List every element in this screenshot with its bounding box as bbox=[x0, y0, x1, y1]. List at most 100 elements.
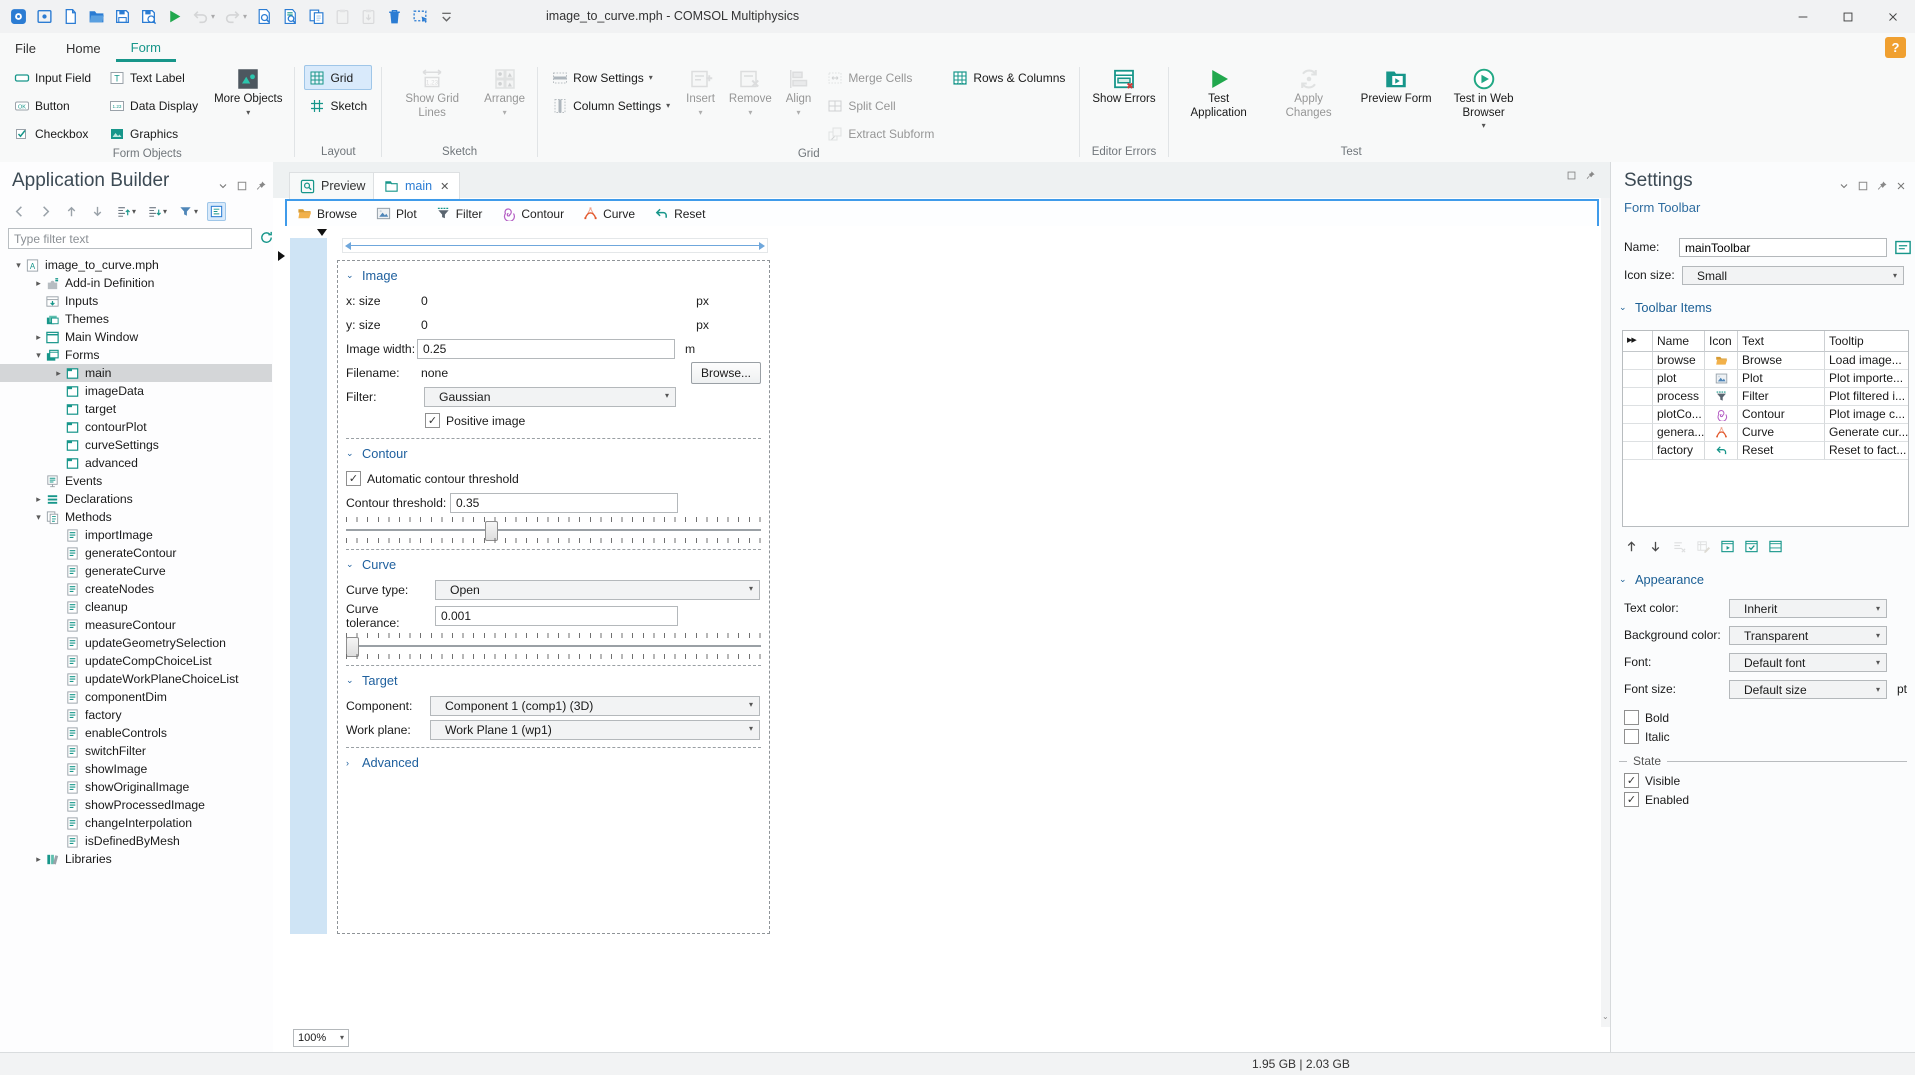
tree-item[interactable]: updateWorkPlaneChoiceList bbox=[0, 670, 272, 688]
tree-item[interactable]: isDefinedByMesh bbox=[0, 832, 272, 850]
curve-tolerance-slider[interactable] bbox=[346, 633, 761, 659]
tree-toolbar-button[interactable] bbox=[145, 202, 169, 221]
table-toolbar-button[interactable] bbox=[1696, 539, 1711, 554]
panel-header-icon[interactable] bbox=[1895, 180, 1907, 192]
apply-changes-button[interactable]: Apply Changes bbox=[1268, 65, 1350, 120]
quick-access-button[interactable] bbox=[62, 8, 79, 25]
tree-item[interactable]: generateCurve bbox=[0, 562, 272, 580]
item-tooltip-cell[interactable]: Plot importe... bbox=[1825, 370, 1908, 388]
quick-access-button[interactable] bbox=[114, 8, 131, 25]
form-toolbar-button[interactable]: Browse bbox=[297, 206, 357, 221]
appearance-header[interactable]: Appearance bbox=[1619, 572, 1704, 587]
quick-access-button[interactable] bbox=[386, 8, 403, 25]
tree-toolbar-button[interactable] bbox=[176, 202, 200, 221]
item-name-cell[interactable]: process bbox=[1653, 388, 1705, 406]
tree-expander-icon[interactable]: ▸ bbox=[32, 854, 45, 865]
tree-expander-icon[interactable]: ▸ bbox=[32, 278, 45, 289]
tree-item[interactable]: ▸ Declarations bbox=[0, 490, 272, 508]
column-settings-button[interactable]: Column Settings bbox=[547, 93, 675, 118]
tree-item[interactable]: generateContour bbox=[0, 544, 272, 562]
tree-item[interactable]: Themes bbox=[0, 310, 272, 328]
item-name-cell[interactable]: genera... bbox=[1653, 424, 1705, 442]
tree-expander-icon[interactable]: ▾ bbox=[32, 512, 45, 523]
form-toolbar-button[interactable]: Curve bbox=[583, 206, 635, 221]
tree-expander-icon[interactable]: ▾ bbox=[32, 350, 45, 361]
section-header-advanced[interactable]: Advanced bbox=[346, 748, 761, 776]
row-handle-cell[interactable] bbox=[1623, 406, 1653, 424]
section-header-contour[interactable]: Contour bbox=[346, 439, 761, 467]
item-tooltip-cell[interactable]: Load image... bbox=[1825, 352, 1908, 370]
tree-item[interactable]: createNodes bbox=[0, 580, 272, 598]
table-toolbar-button[interactable] bbox=[1720, 539, 1735, 554]
table-toolbar-button[interactable] bbox=[1624, 539, 1639, 554]
tree-item[interactable]: Inputs bbox=[0, 292, 272, 310]
show-errors-button[interactable]: Show Errors bbox=[1089, 65, 1158, 107]
checkbox-object-button[interactable]: Checkbox bbox=[9, 121, 96, 146]
tree-item[interactable]: changeInterpolation bbox=[0, 814, 272, 832]
quick-access-button[interactable] bbox=[256, 8, 273, 25]
remove-button[interactable]: Remove bbox=[726, 65, 775, 117]
panel-header-icon[interactable] bbox=[255, 180, 267, 192]
item-text-cell[interactable]: Contour bbox=[1738, 406, 1825, 424]
tree-item[interactable]: curveSettings bbox=[0, 436, 272, 454]
tree-item[interactable]: cleanup bbox=[0, 598, 272, 616]
tree-expander-icon[interactable]: ▾ bbox=[12, 260, 25, 271]
panel-header-icon[interactable] bbox=[1876, 180, 1888, 192]
tree-item[interactable]: target bbox=[0, 400, 272, 418]
window-control-button[interactable] bbox=[1825, 0, 1870, 33]
tree-item[interactable]: advanced bbox=[0, 454, 272, 472]
bold-checkbox[interactable] bbox=[1624, 710, 1639, 725]
item-tooltip-cell[interactable]: Generate cur... bbox=[1825, 424, 1908, 442]
tree-item[interactable]: Events bbox=[0, 472, 272, 490]
form-toolbar-button[interactable]: Filter bbox=[436, 206, 482, 221]
text-color-combobox[interactable]: Inherit bbox=[1729, 599, 1887, 618]
contour-threshold-input[interactable]: 0.35 bbox=[450, 492, 678, 513]
tree-item[interactable]: ▾ Methods bbox=[0, 508, 272, 526]
tree-item[interactable]: showProcessedImage bbox=[0, 796, 272, 814]
sketch-mode-button[interactable]: Sketch bbox=[304, 93, 372, 118]
column-header-text[interactable]: Text bbox=[1738, 331, 1825, 352]
quick-access-button[interactable] bbox=[308, 8, 325, 25]
table-toolbar-button[interactable] bbox=[1768, 539, 1783, 554]
show-grid-lines-button[interactable]: 1.23 Show Grid Lines bbox=[391, 65, 473, 120]
browse-file-button[interactable]: Browse... bbox=[691, 361, 761, 384]
form-toolbar-button[interactable]: Contour bbox=[501, 206, 564, 221]
table-toolbar-button[interactable] bbox=[1648, 539, 1663, 554]
table-toolbar-button[interactable] bbox=[1672, 539, 1687, 554]
quick-access-button[interactable] bbox=[224, 8, 247, 25]
column-header-icon[interactable]: Icon bbox=[1705, 331, 1738, 352]
column-header-name[interactable]: Name bbox=[1653, 331, 1705, 352]
curve-type-combobox[interactable]: Open bbox=[435, 579, 760, 600]
icon-size-combobox[interactable]: Small bbox=[1682, 266, 1904, 285]
quick-access-button[interactable] bbox=[88, 8, 105, 25]
chevron-down-icon[interactable] bbox=[346, 559, 356, 570]
merge-cells-button[interactable]: Merge Cells bbox=[822, 65, 939, 90]
row-handle-cell[interactable] bbox=[1623, 442, 1653, 460]
work-plane-combobox[interactable]: Work Plane 1 (wp1) bbox=[430, 719, 760, 740]
chevron-down-icon[interactable] bbox=[346, 448, 356, 459]
auto-threshold-checkbox[interactable] bbox=[346, 471, 361, 486]
quick-access-button[interactable] bbox=[334, 8, 351, 25]
tree-item[interactable]: showImage bbox=[0, 760, 272, 778]
panel-header-icon[interactable] bbox=[1838, 180, 1850, 192]
quick-access-button[interactable] bbox=[192, 8, 215, 25]
font-combobox[interactable]: Default font bbox=[1729, 653, 1887, 672]
quick-access-button[interactable] bbox=[36, 8, 53, 25]
tree-item[interactable]: ▸ Libraries bbox=[0, 850, 272, 868]
chevron-down-icon[interactable] bbox=[346, 675, 356, 686]
scroll-down-icon[interactable]: ⌄ bbox=[1602, 1012, 1609, 1021]
tree-toolbar-button[interactable] bbox=[88, 202, 107, 221]
grid-mode-button[interactable]: Grid bbox=[304, 65, 373, 90]
tree-expander-icon[interactable]: ▸ bbox=[32, 332, 45, 343]
tree-item[interactable]: imageData bbox=[0, 382, 272, 400]
tab-preview[interactable]: Preview bbox=[289, 172, 377, 199]
preview-form-button[interactable]: Preview Form bbox=[1358, 65, 1435, 107]
toolbar-items-header[interactable]: Toolbar Items bbox=[1619, 300, 1712, 315]
tree-item[interactable]: ▾ Forms bbox=[0, 346, 272, 364]
item-name-cell[interactable]: plotCo... bbox=[1653, 406, 1705, 424]
tree-filter-input[interactable] bbox=[8, 228, 252, 249]
test-in-web-browser-button[interactable]: Test in Web Browser bbox=[1443, 65, 1525, 130]
filter-combobox[interactable]: Gaussian bbox=[424, 386, 676, 407]
contour-threshold-slider[interactable] bbox=[346, 517, 761, 543]
quick-access-button[interactable] bbox=[140, 8, 157, 25]
